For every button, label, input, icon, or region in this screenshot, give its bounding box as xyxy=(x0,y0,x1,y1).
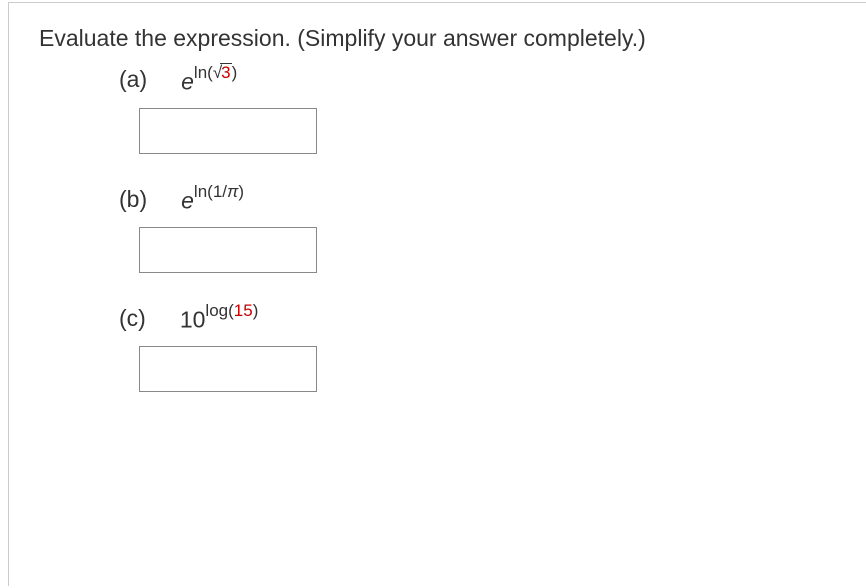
part-b-expression: eln(1/π) xyxy=(181,186,244,213)
base-e: e xyxy=(181,69,194,95)
sqrt-arg: 3 xyxy=(220,63,231,83)
part-a-answer-input[interactable] xyxy=(139,108,317,154)
part-c-expression: 10log(15) xyxy=(180,305,259,332)
base-e: e xyxy=(181,187,194,213)
part-a-exponent: ln(√3) xyxy=(194,63,237,82)
part-b-row: (b) eln(1/π) xyxy=(39,186,844,213)
part-c: (c) 10log(15) xyxy=(39,305,844,392)
part-c-exponent: log(15) xyxy=(205,301,258,320)
part-c-row: (c) 10log(15) xyxy=(39,305,844,332)
instruction-text: Evaluate the expression. (Simplify your … xyxy=(39,25,844,52)
fraction-text: 1/ xyxy=(213,182,227,201)
rparen: ) xyxy=(238,182,244,201)
part-b-label: (b) xyxy=(119,186,147,213)
pi-symbol: π xyxy=(227,182,238,201)
rparen: ) xyxy=(232,63,238,82)
part-a-label: (a) xyxy=(119,66,147,93)
part-c-answer-input[interactable] xyxy=(139,346,317,392)
rparen: ) xyxy=(253,301,259,320)
sqrt-icon: √3 xyxy=(213,63,232,83)
part-c-label: (c) xyxy=(119,305,146,332)
part-a-expression: eln(√3) xyxy=(181,66,237,94)
log-fn: log xyxy=(205,301,228,320)
base-10: 10 xyxy=(180,306,206,332)
ln-fn: ln xyxy=(194,182,207,201)
question-container: Evaluate the expression. (Simplify your … xyxy=(8,2,866,586)
log-arg: 15 xyxy=(234,301,253,320)
part-b-exponent: ln(1/π) xyxy=(194,182,244,201)
part-a: (a) eln(√3) xyxy=(39,66,844,154)
part-a-row: (a) eln(√3) xyxy=(39,66,844,94)
part-b: (b) eln(1/π) xyxy=(39,186,844,273)
part-b-answer-input[interactable] xyxy=(139,227,317,273)
ln-fn: ln xyxy=(194,63,207,82)
